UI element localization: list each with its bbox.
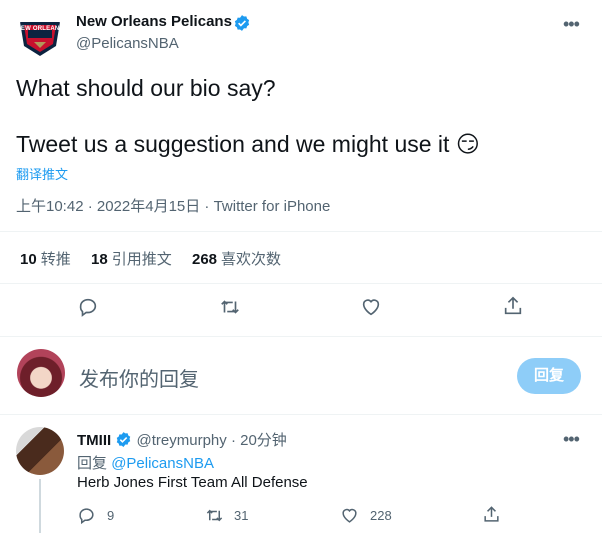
reply-retweet-icon[interactable] — [204, 506, 225, 530]
stat-quotes-label: 引用推文 — [111, 251, 172, 268]
reply-like-count: 228 — [370, 508, 392, 523]
author-handle[interactable]: @PelicansNBA — [76, 35, 179, 52]
reply-author-name[interactable]: TMIII — [77, 432, 111, 449]
divider — [0, 414, 602, 415]
reply-reply-count: 9 — [107, 508, 115, 523]
reply-header: TMIII @treymurphy · 20分钟 — [77, 429, 287, 452]
reply-like-icon[interactable] — [340, 506, 359, 530]
replying-to: 回复 @PelicansNBA — [77, 452, 214, 473]
stat-quotes[interactable]: 18 引用推文 — [91, 248, 172, 269]
replying-to-prefix: 回复 — [77, 455, 108, 472]
reply-author-avatar[interactable] — [16, 427, 64, 475]
reply-retweet-count: 31 — [234, 508, 249, 523]
more-options-icon[interactable]: ••• — [563, 14, 580, 35]
stat-quotes-count: 18 — [91, 251, 108, 268]
reply-verified-badge-icon — [115, 431, 132, 452]
divider — [0, 336, 602, 337]
user-avatar[interactable] — [17, 349, 65, 397]
author-name[interactable]: New Orleans Pelicans — [76, 13, 232, 30]
share-icon[interactable] — [502, 295, 524, 322]
tweet-text-line2: Tweet us a suggestion and we might use i… — [16, 131, 480, 158]
like-icon[interactable] — [360, 296, 382, 323]
reply-time[interactable]: · 20分钟 — [231, 432, 287, 449]
replying-to-handle-link[interactable]: @PelicansNBA — [111, 455, 214, 472]
translate-tweet-link[interactable]: 翻译推文 — [16, 164, 68, 183]
stat-likes-count: 268 — [192, 251, 218, 268]
retweet-icon[interactable] — [218, 296, 242, 323]
stat-likes-label: 喜欢次数 — [221, 251, 282, 268]
tweet-timestamp[interactable]: 上午10:42 · 2022年4月15日 · Twitter for iPhon… — [16, 195, 330, 216]
reply-icon[interactable] — [77, 296, 99, 323]
tweet-text-line1: What should our bio say? — [16, 75, 276, 101]
reply-compose-input[interactable]: 发布你的回复 — [79, 363, 499, 392]
verified-badge-icon — [233, 14, 251, 37]
stat-likes[interactable]: 268 喜欢次数 — [192, 248, 281, 269]
reply-reply-icon[interactable] — [77, 506, 96, 530]
pelicans-logo-icon — [20, 22, 60, 56]
stat-retweets-count: 10 — [20, 251, 37, 268]
divider — [0, 283, 602, 284]
reply-share-icon[interactable] — [482, 505, 501, 529]
tweet-text-line2-content: Tweet us a suggestion and we might use i… — [16, 131, 450, 157]
smirk-emoji-icon: 😏 — [455, 131, 480, 157]
team-logo-avatar[interactable] — [16, 12, 64, 60]
reply-text: Herb Jones First Team All Defense — [77, 474, 308, 491]
divider — [0, 231, 602, 232]
logo-lettering: NEW ORLEANS — [16, 26, 64, 32]
thread-connector-line — [39, 479, 41, 533]
reply-button[interactable]: 回复 — [517, 358, 581, 394]
reply-more-options-icon[interactable]: ••• — [563, 429, 580, 450]
stat-retweets-label: 转推 — [40, 251, 71, 268]
reply-author-handle[interactable]: @treymurphy — [137, 432, 227, 449]
stat-retweets[interactable]: 10 转推 — [20, 248, 71, 269]
